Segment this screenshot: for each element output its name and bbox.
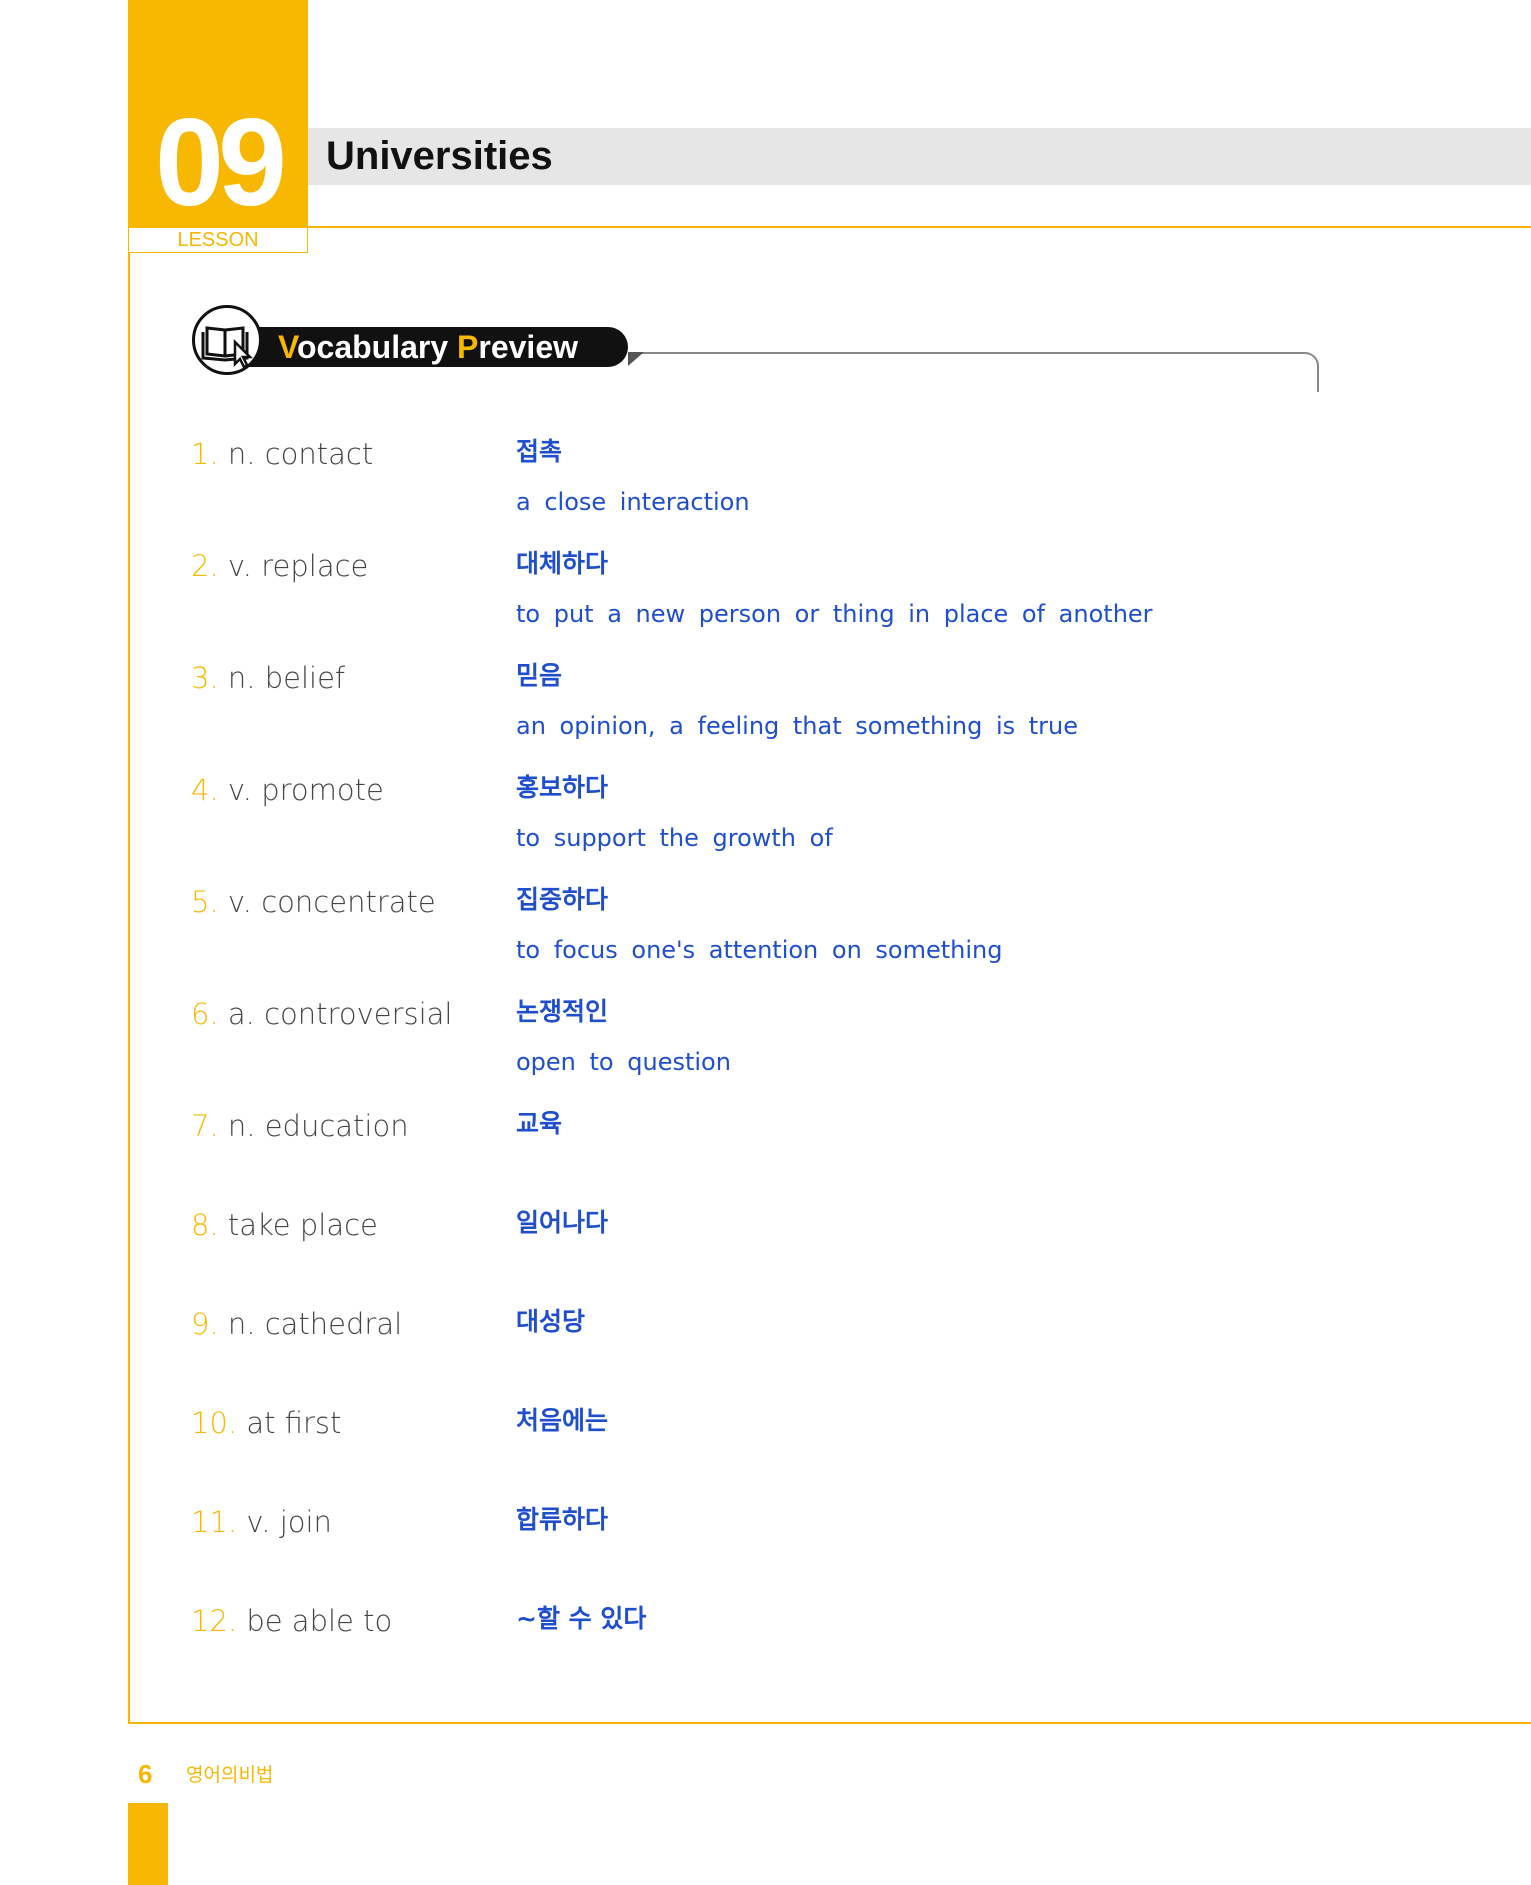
vocab-korean: 접촉 [516,437,563,466]
bottom-divider [128,1722,1531,1724]
vocab-korean: 홍보하다 [516,773,609,802]
vocab-korean: 대성당 [516,1307,586,1336]
book-name: 영어의비법 [186,1764,274,1786]
vocab-korean: 합류하다 [516,1505,609,1534]
top-divider [308,226,1531,228]
vocab-korean: 믿음 [516,661,563,690]
vocab-term: 4. v. promote [191,773,384,807]
vocab-definition: to support the growth of [516,824,833,852]
vocab-korean: 집중하다 [516,885,609,914]
vocab-term: 8. take place [191,1208,378,1242]
vocab-korean: 대체하다 [516,549,609,578]
vocab-korean: 논쟁적인 [516,997,609,1026]
footer-tab [128,1803,168,1885]
vocab-definition: open to question [516,1048,731,1076]
vocab-korean: 일어나다 [516,1208,609,1237]
page-title: Universities [326,134,553,178]
page-number: 6 [138,1759,153,1789]
book-cursor-icon [192,305,262,375]
vocab-definition: to put a new person or thing in place of… [516,600,1153,628]
vocab-term: 12. be able to [191,1604,393,1638]
vocab-definition: an opinion, a feeling that something is … [516,712,1079,740]
vocab-term: 11. v. join [191,1505,332,1539]
vocab-definition: a close interaction [516,488,750,516]
section-rule [636,352,1319,392]
vocab-term: 2. v. replace [191,549,369,583]
vocab-definition: to focus one's attention on something [516,936,1003,964]
vocab-korean: 처음에는 [516,1406,609,1435]
vocab-term: 7. n. education [191,1109,409,1143]
section-title: Vocabulary Preview [278,329,578,365]
section-title-tail [628,352,644,366]
left-border [128,252,130,1724]
lesson-label: LESSON [177,229,259,251]
vocab-korean: 교육 [516,1109,563,1138]
vocab-term: 3. n. belief [191,661,346,695]
lesson-number: 09 [155,94,287,232]
vocab-term: 6. a. controversial [191,997,453,1031]
vocab-term: 9. n. cathedral [191,1307,403,1341]
vocab-korean: ~할 수 있다 [516,1604,647,1633]
vocab-term: 5. v. concentrate [191,885,436,919]
vocab-term: 10. at first [191,1406,342,1440]
vocab-term: 1. n. contact [191,437,374,471]
